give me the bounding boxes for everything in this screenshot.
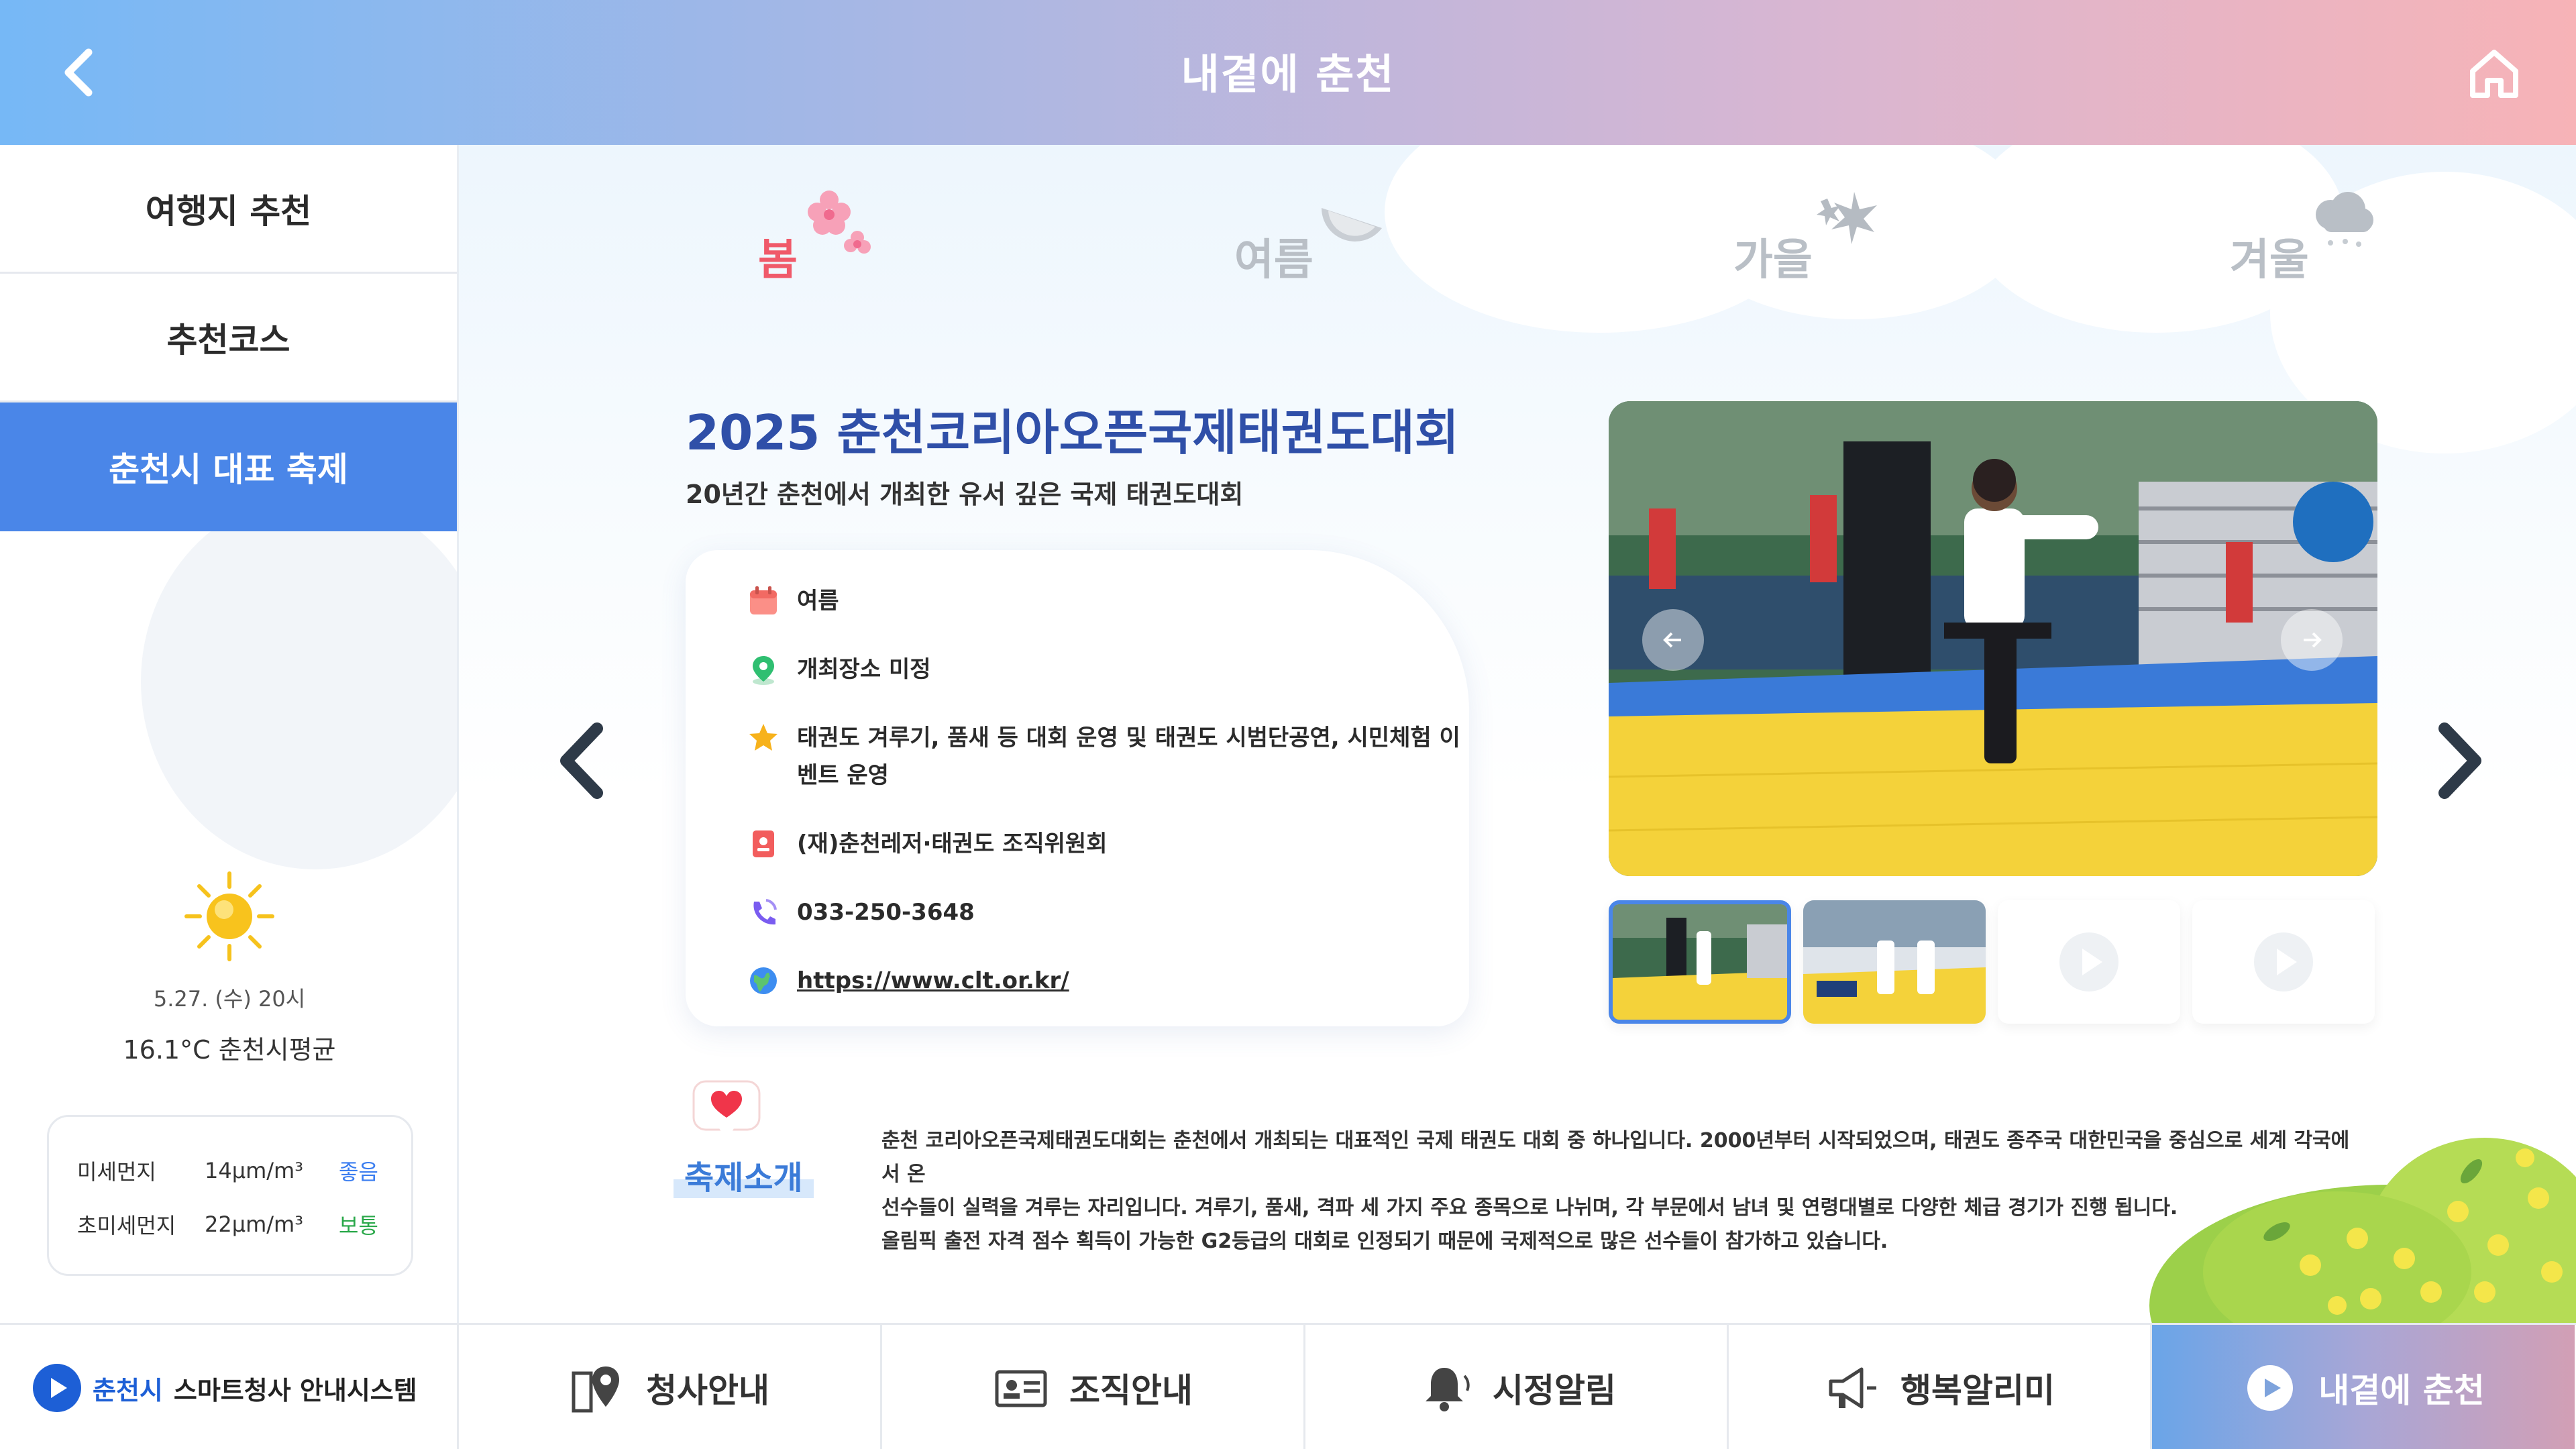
photo-thumbnail-placeholder[interactable] xyxy=(1998,900,2180,1024)
season-tab-spring[interactable]: 봄 xyxy=(758,225,798,287)
bottom-nav: 춘천시 스마트청사 안내시스템 청사안내 조직안내 시정알림 행복알리미 내곁에… xyxy=(0,1323,2576,1449)
info-place: 개최장소 미정 xyxy=(747,651,1469,688)
flower-bush-decoration xyxy=(2149,1138,2576,1323)
sidebar: 여행지 추천 추천코스 춘천시 대표 축제 5.27. (수) 20시 16.1… xyxy=(0,145,459,1323)
phone-icon xyxy=(753,899,777,925)
tab-chuncheon-near-me[interactable]: 내곁에 춘천 xyxy=(2152,1325,2575,1449)
map-pin-icon xyxy=(572,1366,619,1413)
dust-status: 보통 xyxy=(339,1213,378,1238)
weather-temperature: 16.1°C 춘천시평균 xyxy=(123,1035,336,1065)
weather-date: 5.27. (수) 20시 xyxy=(153,986,306,1012)
photo-prev-button[interactable] xyxy=(1642,609,1704,671)
photo-next-button[interactable] xyxy=(2281,609,2343,671)
photo-thumbnail[interactable] xyxy=(1803,900,1986,1024)
brand-name: 스마트청사 안내시스템 xyxy=(173,1375,417,1405)
home-button[interactable] xyxy=(2461,39,2528,106)
brand-city: 춘천시 xyxy=(93,1375,163,1405)
sun-icon xyxy=(182,869,276,963)
leaves-icon xyxy=(1817,192,1877,244)
weather-widget: 5.27. (수) 20시 16.1°C 춘천시평균 xyxy=(0,869,457,1066)
main-content: 봄 여름 가을 겨울 2025 춘천코리아오픈국제태권도대회 20년간 춘천에서… xyxy=(459,145,2576,1323)
chevron-right-icon xyxy=(2438,722,2481,799)
next-festival-button[interactable] xyxy=(2428,720,2489,801)
tab-label: 청사안내 xyxy=(646,1371,769,1410)
watermelon-icon xyxy=(1322,208,1382,241)
ultrafine-dust-row: 초미세먼지 22μm/m³ 보통 xyxy=(77,1197,383,1251)
chevron-left-icon xyxy=(560,722,603,799)
tab-label: 조직안내 xyxy=(1069,1371,1193,1410)
chuncheon-logo-icon xyxy=(2059,932,2118,991)
dust-value: 14μm/m³ xyxy=(205,1158,304,1183)
dust-name: 초미세먼지 xyxy=(77,1213,176,1238)
globe-icon xyxy=(750,967,777,994)
photo-thumbnail[interactable] xyxy=(1609,900,1791,1024)
festival-info-card: 여름 개최장소 미정 태권도 겨루기, 품새 등 대회 운영 및 태권도 시범단… xyxy=(686,550,1469,1026)
sidebar-item-label: 추천코스 xyxy=(166,320,290,360)
season-tab-summer[interactable]: 여름 xyxy=(1234,225,1313,287)
megaphone-icon xyxy=(1829,1367,1876,1409)
festival-title: 2025 춘천코리아오픈국제태권도대회 xyxy=(686,405,1459,461)
sidebar-item-label: 여행지 추천 xyxy=(145,191,312,231)
brand: 춘천시 스마트청사 안내시스템 xyxy=(0,1325,459,1449)
dust-name: 미세먼지 xyxy=(77,1159,156,1185)
cherry-blossom-icon xyxy=(808,191,871,254)
star-icon xyxy=(749,724,777,751)
tab-label: 내곁에 춘천 xyxy=(2318,1371,2485,1410)
info-organizer: (재)춘천레저·태권도 조직위원회 xyxy=(747,825,1469,863)
cloud-decoration xyxy=(2391,829,2576,1097)
arrow-right-icon xyxy=(2304,632,2322,648)
season-tab-winter[interactable]: 겨울 xyxy=(2230,225,2309,287)
arrow-left-icon xyxy=(1663,632,1681,648)
id-card-icon xyxy=(995,1370,1047,1407)
fine-dust-row: 미세먼지 14μm/m³ 좋음 xyxy=(77,1144,383,1197)
season-tab-autumn[interactable]: 가을 xyxy=(1733,225,1813,287)
sidebar-decoration xyxy=(141,494,457,869)
festival-subtitle: 20년간 춘천에서 개최한 유서 깊은 국제 태권도대회 xyxy=(686,480,1244,509)
page-title: 내곁에 춘천 xyxy=(1181,50,1395,99)
info-program: 태권도 겨루기, 품새 등 대회 운영 및 태권도 시범단공연, 시민체험 이벤… xyxy=(747,719,1469,794)
calendar-icon xyxy=(750,586,777,614)
festival-photo xyxy=(1609,401,2377,876)
photo-thumbnail-placeholder[interactable] xyxy=(2192,900,2375,1024)
sidebar-item-label: 춘천시 대표 축제 xyxy=(109,450,348,489)
chuncheon-logo-icon xyxy=(2254,932,2313,991)
location-pin-icon xyxy=(753,656,774,685)
info-phone: 033-250-3648 xyxy=(747,894,1469,931)
bell-icon xyxy=(1426,1368,1470,1411)
tab-label: 시정알림 xyxy=(1493,1371,1616,1410)
tab-label: 행복알리미 xyxy=(1900,1371,2055,1410)
organizer-badge-icon xyxy=(753,830,774,857)
sidebar-item-festival[interactable]: 춘천시 대표 축제 xyxy=(0,402,457,531)
prev-festival-button[interactable] xyxy=(553,720,613,801)
intro-label: 축제소개 xyxy=(674,1151,814,1198)
dust-panel: 미세먼지 14μm/m³ 좋음 초미세먼지 22μm/m³ 보통 xyxy=(47,1115,413,1276)
snow-cloud-icon xyxy=(2316,192,2373,247)
chuncheon-logo-icon xyxy=(2247,1365,2294,1411)
tab-building-guide[interactable]: 청사안내 xyxy=(459,1325,882,1449)
header-bar: 내곁에 춘천 xyxy=(0,0,2576,145)
dust-status: 좋음 xyxy=(339,1159,378,1185)
sidebar-item-travel[interactable]: 여행지 추천 xyxy=(0,145,457,274)
home-icon xyxy=(2470,50,2518,98)
info-website-link[interactable]: https://www.clt.or.kr/ xyxy=(747,962,1469,1000)
chuncheon-logo-icon xyxy=(33,1364,81,1412)
sidebar-item-course[interactable]: 추천코스 xyxy=(0,274,457,402)
info-season: 여름 xyxy=(747,582,1469,620)
heart-message-icon xyxy=(692,1080,761,1140)
tab-happiness-alert[interactable]: 행복알리미 xyxy=(1729,1325,2152,1449)
tab-city-notices[interactable]: 시정알림 xyxy=(1305,1325,1729,1449)
tab-organization-guide[interactable]: 조직안내 xyxy=(882,1325,1305,1449)
dust-value: 22μm/m³ xyxy=(205,1212,304,1237)
